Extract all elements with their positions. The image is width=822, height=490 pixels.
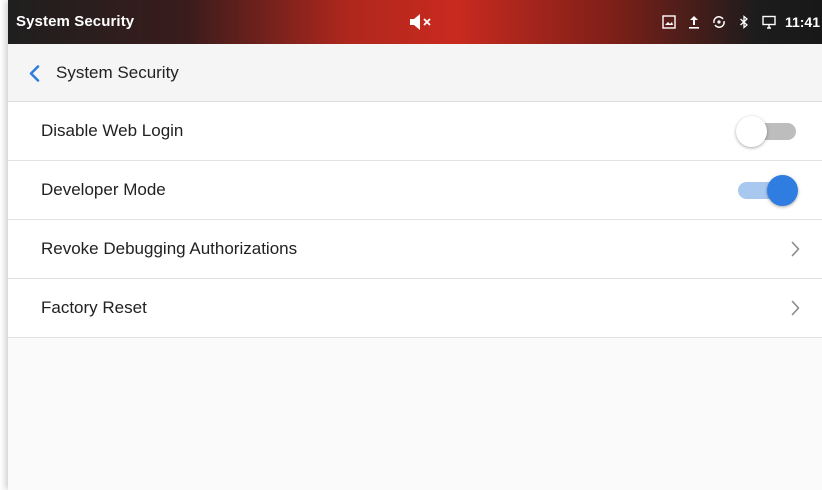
mute-icon	[410, 14, 431, 30]
disable-web-login-toggle[interactable]	[736, 115, 798, 147]
chevron-left-icon[interactable]	[28, 65, 40, 82]
empty-area	[8, 338, 822, 490]
settings-list: Disable Web Login Developer Mode Revoke …	[8, 102, 822, 338]
screenshot-icon	[662, 15, 676, 29]
setting-revoke-debugging-authorizations[interactable]: Revoke Debugging Authorizations	[8, 220, 822, 279]
setting-disable-web-login[interactable]: Disable Web Login	[8, 102, 822, 161]
status-icons: 11:41	[651, 0, 822, 44]
setting-developer-mode[interactable]: Developer Mode	[8, 161, 822, 220]
upload-icon	[688, 16, 699, 29]
bluetooth-icon	[740, 15, 748, 29]
status-bar: System Security 11:41	[8, 0, 822, 44]
setting-factory-reset[interactable]: Factory Reset	[8, 279, 822, 338]
page-title: System Security	[56, 63, 179, 82]
chevron-right-icon	[791, 241, 800, 257]
setting-label: Disable Web Login	[41, 121, 184, 140]
app-header: System Security	[8, 44, 822, 102]
developer-mode-toggle[interactable]	[736, 174, 798, 206]
sync-icon	[713, 16, 725, 28]
status-time: 11:41	[784, 14, 820, 30]
setting-label: Revoke Debugging Authorizations	[41, 239, 298, 258]
chevron-right-icon	[791, 300, 800, 316]
device-screen: System Security 11:41 System Security Di…	[8, 0, 822, 490]
status-bar-title: System Security	[16, 13, 135, 30]
setting-label: Factory Reset	[41, 298, 147, 317]
toggle-thumb	[767, 175, 798, 206]
setting-label: Developer Mode	[41, 180, 166, 199]
cast-icon	[762, 15, 776, 29]
toggle-thumb	[736, 116, 767, 147]
